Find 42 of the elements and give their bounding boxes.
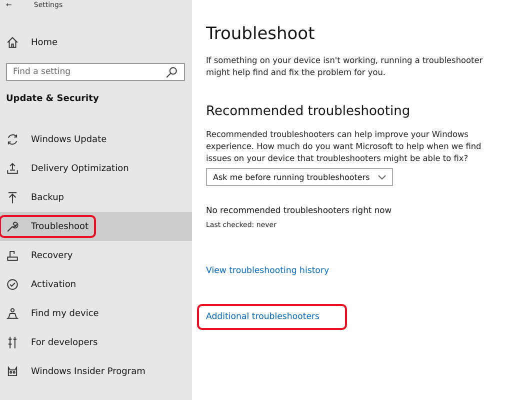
sidebar-item-label: Activation <box>31 280 76 290</box>
section-heading: Recommended troubleshooting <box>206 104 412 119</box>
sidebar-item-label: Troubleshoot <box>31 222 89 232</box>
sidebar-item-label: Recovery <box>31 250 73 260</box>
chevron-icon <box>378 174 386 180</box>
home-icon <box>6 36 19 49</box>
sidebar-item-label: For developers <box>31 338 98 348</box>
link[interactable]: View troubleshooting history <box>200 262 336 280</box>
tools-icon <box>6 336 19 349</box>
sidebar-item-label: Find my device <box>31 308 99 318</box>
page-title: Troubleshoot <box>206 24 316 44</box>
sidebar-item-label: Delivery Optimization <box>31 164 129 174</box>
home-link[interactable]: Home <box>31 38 58 48</box>
sidebar-item[interactable]: For developers <box>0 328 192 357</box>
section-heading: Update & Security <box>6 94 100 104</box>
sidebar-item[interactable]: Troubleshoot <box>0 212 192 241</box>
status-text: No recommended troubleshooters right now <box>206 205 393 215</box>
recovery-icon <box>6 249 19 262</box>
intro-text: If something on your device isn't working, running a troubleshooter might help find and fix the problem for you. <box>206 54 484 78</box>
search-field[interactable]: Find a setting <box>6 63 185 81</box>
sidebar-item-label: Windows Insider Program <box>31 366 146 376</box>
sidebar-item-label: Windows Update <box>31 134 107 144</box>
sidebar-item-label: Backup <box>31 192 64 202</box>
troubleshoot-dropdown[interactable]: Ask me before running troubleshooters <box>206 168 393 186</box>
sidebar-item[interactable]: Windows Update <box>0 125 192 154</box>
tray-upload-icon <box>6 162 19 175</box>
check-circle-icon <box>6 278 19 291</box>
sidebar-item[interactable]: Recovery <box>0 241 192 270</box>
refresh-icon <box>6 133 19 146</box>
search-placeholder: Find a setting <box>13 67 70 77</box>
person-location-icon <box>6 307 19 320</box>
search-icon <box>165 66 178 78</box>
link[interactable]: Additional troubleshooters <box>200 307 344 327</box>
section-text: Recommended troubleshooters can help improve your Windows experience. How much do you want Microsoft to help when we find issues on your device that troubleshooters might be able to fix? <box>206 128 482 164</box>
sidebar-item[interactable]: Delivery Optimization <box>0 154 192 183</box>
sidebar-item[interactable]: Activation <box>0 270 192 299</box>
upload-arrow-icon <box>6 191 19 204</box>
cat-icon <box>6 365 19 378</box>
sidebar-item[interactable]: Find my device <box>0 299 192 328</box>
wrench-icon <box>6 220 19 233</box>
sidebar-item[interactable]: Backup <box>0 183 192 212</box>
sidebar-item[interactable]: Windows Insider Program <box>0 357 192 386</box>
